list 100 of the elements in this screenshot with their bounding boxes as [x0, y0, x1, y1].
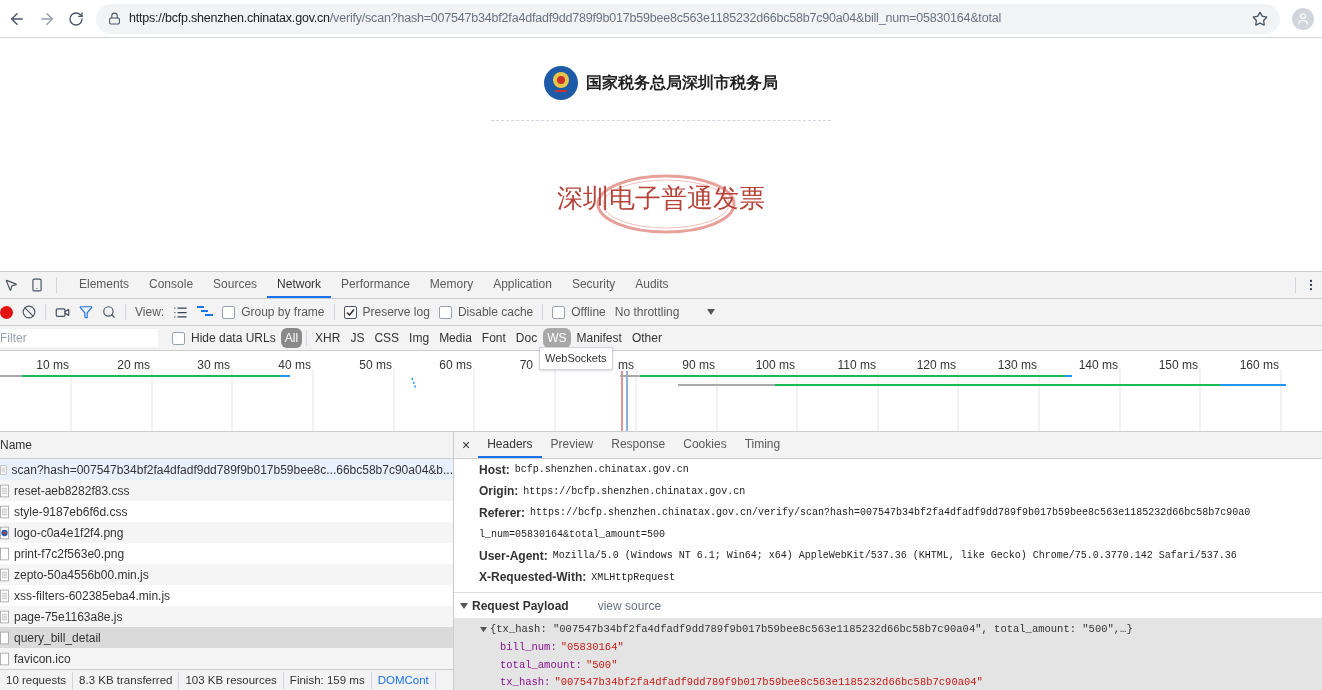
- checkbox-label: Hide data URLs: [191, 330, 276, 347]
- reload-icon[interactable]: [68, 10, 84, 27]
- type-filter-button[interactable]: Manifest: [572, 328, 626, 348]
- time-tick-label: ms: [618, 357, 634, 374]
- type-filter-button[interactable]: JS: [346, 328, 369, 348]
- throttling-dropdown[interactable]: No throttling: [614, 303, 716, 321]
- request-name: reset-aeb8282f83.css: [14, 482, 130, 500]
- status-link[interactable]: DOMCont: [371, 671, 436, 690]
- expand-triangle-icon[interactable]: [460, 601, 468, 610]
- filter-icon[interactable]: [79, 305, 93, 319]
- devtools-tab[interactable]: Audits: [625, 272, 679, 298]
- checkbox[interactable]: [552, 305, 566, 319]
- time-tick-label: 120 ms: [916, 357, 956, 374]
- header-value: l_num=05830164&total_amount=500: [479, 527, 666, 542]
- payload-key: tx_hash:: [500, 675, 551, 690]
- header-name: User-Agent:: [479, 547, 548, 565]
- devtools-tab[interactable]: Security: [561, 272, 626, 298]
- request-row[interactable]: page-75e1163a8e.js: [0, 606, 453, 627]
- time-tick-label: 160 ms: [1239, 357, 1279, 374]
- type-filter-button[interactable]: Font: [477, 328, 510, 348]
- request-row[interactable]: favicon.ico: [0, 648, 453, 669]
- clear-icon[interactable]: [22, 305, 36, 319]
- time-tick-label: 100 ms: [755, 357, 795, 374]
- blank-file-icon: [0, 630, 9, 645]
- header-name: Host:: [479, 461, 510, 479]
- type-filter-button[interactable]: Other: [627, 328, 666, 348]
- checkbox[interactable]: [343, 305, 357, 319]
- status-text: Finish: 159 ms: [283, 671, 372, 690]
- star-icon[interactable]: [1252, 10, 1268, 27]
- devtools-tab[interactable]: Sources: [203, 272, 268, 298]
- checkbox-label: Disable cache: [457, 304, 534, 321]
- devtools-tab[interactable]: Application: [483, 272, 562, 298]
- time-tick-label: 70: [519, 357, 533, 374]
- record-button[interactable]: [0, 305, 13, 319]
- header-value: https://bcfp.shenzhen.chinatax.gov.cn: [523, 484, 746, 499]
- header-value: Mozilla/5.0 (Windows NT 6.1; Win64; x64) AppleWebKit/537.36 (KHTML, like Gecko) Chrome/75.0.3770.142 Safari/537.36: [552, 549, 1237, 564]
- request-row[interactable]: zepto-50a4556b00.min.js: [0, 564, 453, 585]
- request-row[interactable]: reset-aeb8282f83.css: [0, 480, 453, 501]
- document-icon: [0, 609, 9, 624]
- document-icon: [0, 567, 9, 582]
- document-icon: [0, 462, 7, 477]
- type-filter-button[interactable]: Doc: [511, 328, 542, 348]
- checkbox[interactable]: [172, 331, 185, 345]
- checkbox-label: Preserve log: [362, 304, 430, 321]
- url-text: https://bcfp.shenzhen.chinatax.gov.cn/verify/scan?hash=007547b34bf2fa4dfadf9dd789f9b017b59bee8c563e1185232d66bc58b7c90a04&bill_num=05830164&total: [129, 10, 1001, 28]
- type-filter-button[interactable]: CSS: [370, 328, 404, 348]
- inspect-icon[interactable]: [4, 278, 18, 292]
- header-name: X-Requested-With:: [479, 569, 587, 587]
- detail-tab[interactable]: Response: [602, 432, 675, 458]
- request-row[interactable]: logo-c0a4e1f2f4.png: [0, 522, 453, 543]
- close-button[interactable]: ×: [454, 434, 479, 456]
- section-title[interactable]: Request Payload: [472, 596, 569, 615]
- document-icon: [0, 504, 9, 519]
- devtools-tab[interactable]: Memory: [419, 272, 484, 298]
- request-name: scan?hash=007547b34bf2fa4dfadf9dd789f9b017b59bee8c...66bc58b7c90a04&b...: [11, 461, 453, 479]
- detail-tab[interactable]: Headers: [478, 432, 542, 458]
- column-header[interactable]: Name: [0, 436, 32, 454]
- devtools-tab[interactable]: Console: [139, 272, 204, 298]
- time-tick-label: 150 ms: [1158, 357, 1198, 374]
- payload-value: "500": [585, 657, 618, 673]
- type-filter-button[interactable]: Media: [435, 328, 476, 348]
- blank-file-icon: [0, 651, 9, 666]
- status-text: 8.3 KB transferred: [73, 671, 180, 690]
- time-tick-label: 140 ms: [1078, 357, 1118, 374]
- device-toggle-icon[interactable]: [30, 278, 44, 292]
- address-bar[interactable]: https://bcfp.shenzhen.chinatax.gov.cn/verify/scan?hash=007547b34bf2fa4dfadf9dd789f9b017b59bee8c563e1185232d66bc58b7c90a04&bill_num=05830164&total: [96, 3, 1280, 34]
- time-tick-label: 130 ms: [997, 357, 1037, 374]
- request-name: favicon.ico: [14, 650, 71, 668]
- checkbox-label: Offline: [571, 304, 606, 321]
- waterfall-icon[interactable]: [197, 306, 214, 318]
- type-filter-button[interactable]: Img: [405, 328, 434, 348]
- devtools-tab[interactable]: Elements: [69, 272, 140, 298]
- blank-file-icon: [0, 546, 9, 561]
- filter-field[interactable]: Filter: [0, 329, 158, 347]
- header-value: bcfp.shenzhen.chinatax.gov.cn: [514, 463, 689, 478]
- type-filter-button[interactable]: XHR: [311, 328, 345, 348]
- request-name: zepto-50a4556b00.min.js: [14, 566, 149, 584]
- detail-tab[interactable]: Preview: [541, 432, 603, 458]
- time-tick-label: 50 ms: [359, 357, 392, 374]
- search-icon[interactable]: [102, 305, 116, 319]
- view-source-link[interactable]: view source: [597, 596, 662, 615]
- expand-triangle-icon[interactable]: [480, 626, 487, 634]
- request-name: logo-c0a4e1f2f4.png: [14, 524, 124, 542]
- tooltip: WebSockets: [539, 347, 613, 370]
- list-icon[interactable]: [173, 304, 189, 320]
- lock-icon: [108, 12, 121, 25]
- request-row[interactable]: query_bill_detail: [0, 627, 453, 648]
- request-name: style-9187eb6f6d.css: [14, 503, 128, 521]
- request-name: query_bill_detail: [14, 629, 101, 647]
- request-name: print-f7c2f563e0.png: [14, 545, 125, 563]
- checkmark-icon: [345, 307, 355, 317]
- time-tick-label: 30 ms: [197, 357, 230, 374]
- devtools-tab[interactable]: Performance: [331, 272, 420, 298]
- dropdown-arrow-icon: [707, 309, 716, 315]
- time-tick-label: 90 ms: [682, 357, 715, 374]
- detail-tab[interactable]: Cookies: [674, 432, 736, 458]
- request-row[interactable]: scan?hash=007547b34bf2fa4dfadf9dd789f9b017b59bee8c...66bc58b7c90a04&b...: [0, 459, 453, 480]
- detail-tab[interactable]: Timing: [735, 432, 790, 458]
- checkbox[interactable]: [438, 305, 452, 319]
- checkbox[interactable]: [222, 305, 236, 319]
